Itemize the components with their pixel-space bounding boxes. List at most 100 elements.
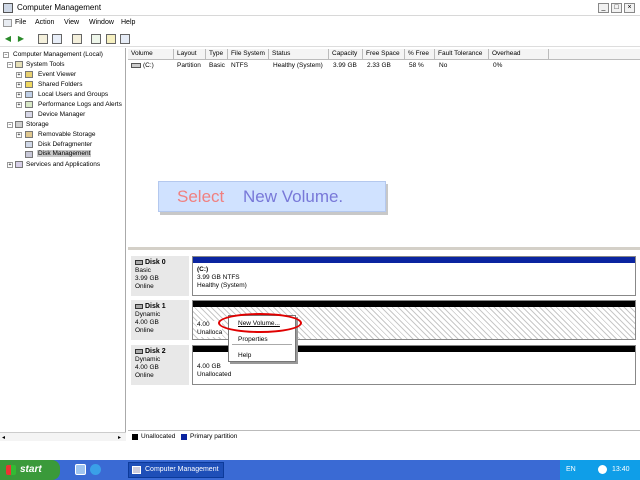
menu-view[interactable]: View	[64, 19, 79, 26]
tree-expander[interactable]: +	[16, 102, 22, 108]
clock: 13:40	[612, 466, 630, 473]
tree-item-device-manager[interactable]: Device Manager	[38, 111, 85, 118]
tree-item-computer-management[interactable]: Computer Management (Local)	[13, 51, 103, 58]
tree-item-shared-folders[interactable]: Shared Folders	[38, 81, 82, 88]
menu-bar: File Action View Window Help	[0, 17, 640, 30]
scroll-right-arrow-icon[interactable]: ▸	[118, 434, 121, 441]
maximize-button[interactable]: □	[611, 3, 622, 13]
tree-expander[interactable]: −	[7, 62, 13, 68]
menu-file[interactable]: File	[15, 19, 26, 26]
legend-label-unallocated: Unallocated	[141, 433, 176, 440]
primary-partition-band	[193, 257, 635, 263]
event-viewer-icon	[25, 71, 33, 78]
disk-2-label[interactable]: Disk 2 Dynamic 4.00 GB Online	[131, 345, 189, 385]
show-desktop-icon[interactable]	[75, 464, 86, 475]
tree-item-local-users-and-groups[interactable]: Local Users and Groups	[38, 91, 108, 98]
disk-0-volume-c[interactable]: (C:) 3.99 GB NTFS Healthy (System)	[192, 256, 636, 296]
start-label: start	[20, 464, 42, 475]
disk-icon	[135, 349, 143, 354]
tree-item-storage[interactable]: Storage	[26, 121, 49, 128]
taskbar-button-computer-management[interactable]: Computer Management	[128, 462, 224, 478]
computer-management-icon	[132, 466, 141, 474]
column-type[interactable]: Type	[206, 49, 228, 60]
device-manager-icon	[25, 111, 33, 118]
menu-action[interactable]: Action	[35, 19, 54, 26]
volume-info: (C:) 3.99 GB NTFS Healthy (System)	[197, 266, 247, 290]
scroll-left-arrow-icon[interactable]: ◂	[2, 434, 5, 441]
volume-info: 4.00 GB Unallocated	[197, 363, 231, 379]
tree-item-disk-management[interactable]: Disk Management	[37, 150, 92, 157]
properties-icon[interactable]	[72, 34, 82, 44]
disk-size: 3.99 GB	[135, 275, 159, 282]
tree-item-removable-storage[interactable]: Removable Storage	[38, 131, 95, 138]
menu-item-help[interactable]: Help	[238, 352, 251, 359]
tree-item-disk-defragmenter[interactable]: Disk Defragmenter	[38, 141, 92, 148]
column-percent-free[interactable]: % Free	[405, 49, 435, 60]
legend-swatch-unallocated	[132, 434, 138, 440]
up-folder-icon[interactable]	[38, 34, 48, 44]
network-tray-icon[interactable]	[598, 465, 607, 474]
performance-logs-icon	[25, 101, 33, 108]
computer-management-icon	[3, 3, 13, 13]
language-indicator[interactable]: EN	[566, 466, 576, 473]
tree-item-system-tools[interactable]: System Tools	[26, 61, 65, 68]
column-status[interactable]: Status	[269, 49, 329, 60]
tree-expander[interactable]: +	[7, 162, 13, 168]
column-layout[interactable]: Layout	[174, 49, 206, 60]
tree-expander[interactable]: +	[16, 132, 22, 138]
disk-type: Dynamic	[135, 356, 161, 363]
tree-item-event-viewer[interactable]: Event Viewer	[38, 71, 76, 78]
banner-text-new-volume: New Volume.	[243, 187, 344, 206]
tree-expander[interactable]: −	[3, 52, 9, 58]
export-list-icon[interactable]	[91, 34, 101, 44]
table-cell-free-space: 2.33 GB	[367, 62, 391, 69]
disk-legend: Unallocated Primary partition	[128, 430, 640, 442]
tree-item-services-and-applications[interactable]: Services and Applications	[26, 161, 100, 168]
tree-expander[interactable]: +	[16, 72, 22, 78]
system-menu-icon[interactable]	[3, 19, 12, 27]
close-button[interactable]: ×	[624, 3, 635, 13]
window-title: Computer Management	[17, 3, 102, 12]
menu-help[interactable]: Help	[121, 19, 135, 26]
column-free-space[interactable]: Free Space	[363, 49, 405, 60]
menu-separator	[232, 344, 292, 345]
forward-arrow-icon[interactable]: ▶	[16, 34, 26, 44]
system-tools-icon	[15, 61, 23, 68]
disk-name: Disk 0	[145, 259, 166, 266]
title-bar: Computer Management _ □ ×	[0, 0, 640, 16]
disk-status: Online	[135, 327, 154, 334]
table-cell-status: Healthy (System)	[273, 62, 323, 69]
local-users-icon	[25, 91, 33, 98]
tree-expander[interactable]: +	[16, 92, 22, 98]
column-volume[interactable]: Volume	[128, 49, 174, 60]
table-cell-layout: Partition	[177, 62, 201, 69]
help-icon[interactable]	[106, 34, 116, 44]
menu-window[interactable]: Window	[89, 19, 114, 26]
storage-icon	[15, 121, 23, 128]
tree-expander[interactable]: +	[16, 82, 22, 88]
column-file-system[interactable]: File System	[228, 49, 269, 60]
windows-logo-icon	[6, 465, 16, 475]
tree-item-performance-logs[interactable]: Performance Logs and Alerts	[38, 101, 122, 108]
minimize-button[interactable]: _	[598, 3, 609, 13]
menu-item-properties[interactable]: Properties	[238, 336, 268, 343]
tree-horizontal-scrollbar[interactable]: ◂ ▸	[0, 432, 126, 441]
back-arrow-icon[interactable]: ◀	[3, 34, 13, 44]
new-window-icon[interactable]	[120, 34, 130, 44]
legend-label-primary-partition: Primary partition	[190, 433, 238, 440]
disk-0-label[interactable]: Disk 0 Basic 3.99 GB Online	[131, 256, 189, 296]
show-hide-tree-icon[interactable]	[52, 34, 62, 44]
table-cell-fault-tolerance: No	[439, 62, 448, 69]
volume-list-header: Volume Layout Type File System Status Ca…	[128, 49, 640, 60]
disk-type: Dynamic	[135, 311, 161, 318]
start-button[interactable]: start	[0, 460, 60, 480]
internet-explorer-icon[interactable]	[90, 464, 101, 475]
table-cell-percent-free: 58 %	[409, 62, 424, 69]
tree-expander[interactable]: −	[7, 122, 13, 128]
column-capacity[interactable]: Capacity	[329, 49, 363, 60]
disk-1-label[interactable]: Disk 1 Dynamic 4.00 GB Online	[131, 300, 189, 340]
column-overhead[interactable]: Overhead	[489, 49, 549, 60]
table-cell-volume[interactable]: (C:)	[143, 62, 154, 69]
column-fault-tolerance[interactable]: Fault Tolerance	[435, 49, 489, 60]
shared-folders-icon	[25, 81, 33, 88]
